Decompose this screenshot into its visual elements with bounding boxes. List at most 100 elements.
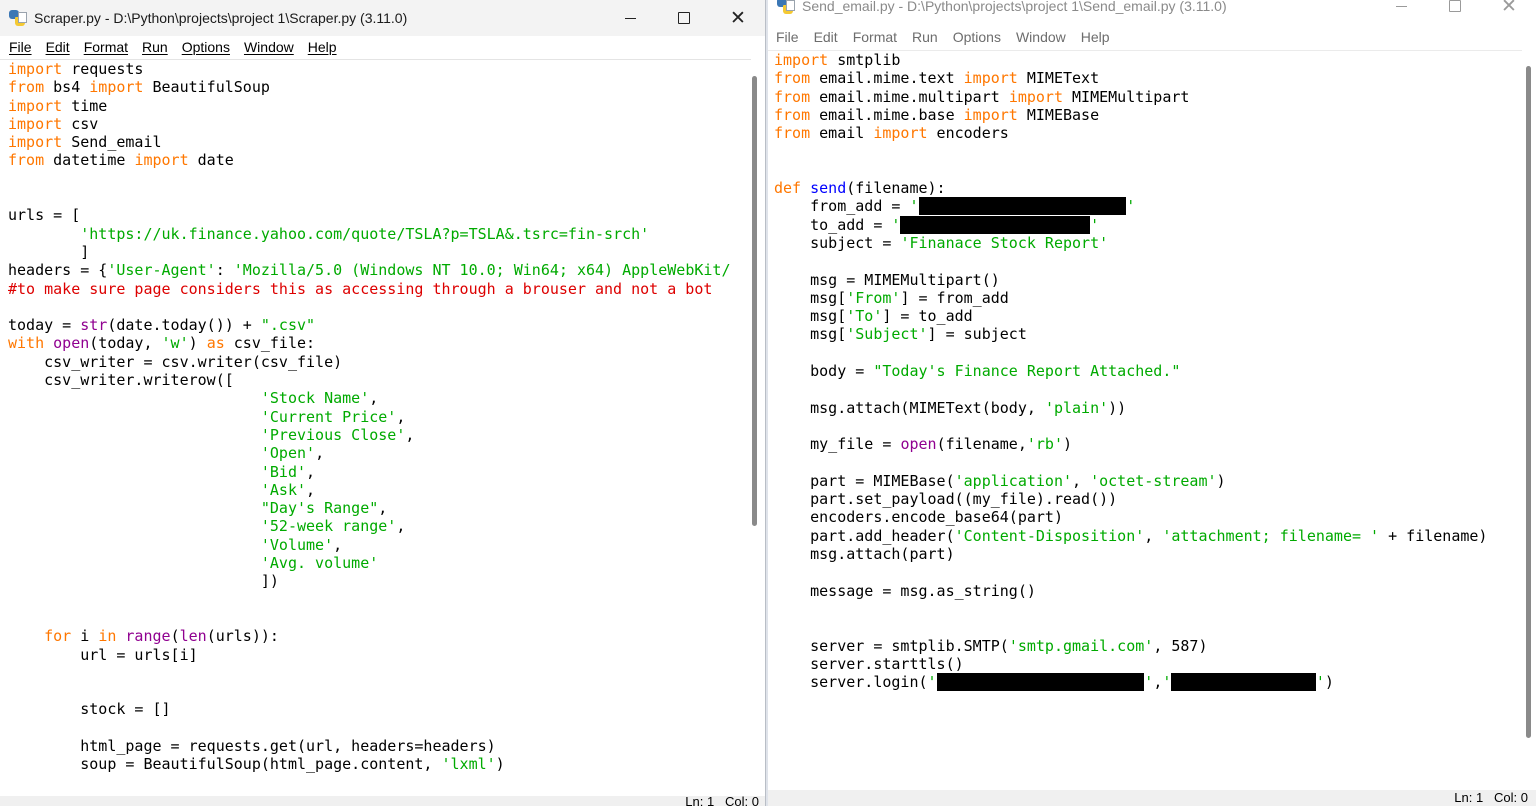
menu-file[interactable]: File xyxy=(776,29,799,45)
string-token: ' xyxy=(1144,673,1154,692)
code-line[interactable]: 'Avg. volume' xyxy=(8,554,378,572)
menu-file[interactable]: File xyxy=(9,39,32,55)
code-line[interactable]: stock = [] xyxy=(8,700,170,718)
code-line[interactable]: msg.attach(MIMEText(body, 'plain')) xyxy=(774,399,1126,417)
keyword-token: import xyxy=(8,114,63,133)
minimize-button[interactable] xyxy=(1374,0,1428,24)
code-line[interactable]: import Send_email xyxy=(8,133,162,151)
code-line[interactable]: import time xyxy=(8,97,107,115)
code-line[interactable]: 'Open', xyxy=(8,444,324,462)
maximize-button[interactable] xyxy=(657,0,711,36)
menu-edit[interactable]: Edit xyxy=(814,29,838,45)
code-line[interactable]: from datetime import date xyxy=(8,151,234,169)
code-line[interactable]: 'Volume', xyxy=(8,536,342,554)
code-line[interactable]: soup = BeautifulSoup(html_page.content, … xyxy=(8,755,504,773)
code-line[interactable]: 'Ask', xyxy=(8,481,315,499)
code-line[interactable]: ] xyxy=(8,243,89,261)
menu-format[interactable]: Format xyxy=(84,39,128,55)
code-token: , xyxy=(306,480,316,499)
code-text[interactable]: import requests from bs4 import Beautifu… xyxy=(0,60,751,774)
code-line[interactable]: my_file = open(filename,'rb') xyxy=(774,435,1072,453)
menu-format[interactable]: Format xyxy=(853,29,897,45)
code-line[interactable]: part = MIMEBase('application', 'octet-st… xyxy=(774,472,1225,490)
menu-run[interactable]: Run xyxy=(142,39,168,55)
menu-options[interactable]: Options xyxy=(953,29,1001,45)
scrollbar-thumb[interactable] xyxy=(752,76,757,526)
code-line[interactable]: message = msg.as_string() xyxy=(774,582,1036,600)
maximize-button[interactable] xyxy=(1428,0,1482,24)
code-line[interactable]: part.set_payload((my_file).read()) xyxy=(774,490,1117,508)
code-line[interactable]: msg = MIMEMultipart() xyxy=(774,271,1000,289)
code-line[interactable]: #to make sure page considers this as acc… xyxy=(8,280,712,298)
send-email-editor-window[interactable]: Send_email.py - D:\Python\projects\proje… xyxy=(768,0,1536,806)
code-token: csv_writer.writerow([ xyxy=(8,371,234,390)
code-line[interactable]: headers = {'User-Agent': 'Mozilla/5.0 (W… xyxy=(8,261,730,279)
code-line[interactable]: part.add_header('Content-Disposition', '… xyxy=(774,527,1487,545)
code-line[interactable]: 'Stock Name', xyxy=(8,389,378,407)
scraper-editor-window[interactable]: Scraper.py - D:\Python\projects\project … xyxy=(0,0,766,806)
code-line[interactable]: msg.attach(part) xyxy=(774,545,955,563)
scrollbar-thumb[interactable] xyxy=(1526,66,1531,738)
code-line[interactable]: body = "Today's Finance Report Attached.… xyxy=(774,362,1180,380)
keyword-token: from xyxy=(774,87,811,106)
code-line[interactable]: 'Current Price', xyxy=(8,408,406,426)
code-line[interactable]: import smtplib xyxy=(774,51,900,69)
code-line[interactable]: from email import encoders xyxy=(774,124,1009,142)
code-editor[interactable]: import smtplib from email.mime.text impo… xyxy=(768,50,1522,788)
vertical-scrollbar[interactable] xyxy=(749,60,759,796)
menu-edit[interactable]: Edit xyxy=(46,39,70,55)
code-editor[interactable]: import requests from bs4 import Beautifu… xyxy=(0,59,751,797)
close-button[interactable]: ✕ xyxy=(1482,0,1536,24)
code-line[interactable]: with open(today, 'w') as csv_file: xyxy=(8,334,315,352)
title-bar[interactable]: Scraper.py - D:\Python\projects\project … xyxy=(0,0,765,36)
code-line[interactable]: "Day's Range", xyxy=(8,499,387,517)
menu-options[interactable]: Options xyxy=(182,39,230,55)
code-token: (filename, xyxy=(936,435,1027,454)
code-line[interactable]: html_page = requests.get(url, headers=he… xyxy=(8,737,495,755)
code-line[interactable]: 'Previous Close', xyxy=(8,425,415,444)
code-line[interactable]: import csv xyxy=(8,115,98,133)
menu-run[interactable]: Run xyxy=(912,29,938,45)
code-line[interactable]: from bs4 import BeautifulSoup xyxy=(8,78,270,96)
code-line[interactable]: csv_writer.writerow([ xyxy=(8,371,234,389)
code-line[interactable]: server.starttls() xyxy=(774,655,964,673)
code-line[interactable]: from email.mime.text import MIMEText xyxy=(774,69,1099,87)
string-token: 'smtp.gmail.com' xyxy=(1008,636,1154,655)
code-line[interactable]: csv_writer = csv.writer(csv_file) xyxy=(8,353,342,371)
code-line[interactable]: import requests xyxy=(8,60,143,78)
code-line[interactable]: 'https://uk.finance.yahoo.com/quote/TSLA… xyxy=(8,225,649,243)
code-line[interactable]: subject = 'Finanace Stock Report' xyxy=(774,234,1108,252)
code-line[interactable]: urls = [ xyxy=(8,206,80,224)
code-line[interactable]: from email.mime.multipart import MIMEMul… xyxy=(774,88,1189,106)
code-text[interactable]: import smtplib from email.mime.text impo… xyxy=(768,51,1522,692)
code-line[interactable]: url = urls[i] xyxy=(8,646,197,664)
code-line[interactable]: msg['Subject'] = subject xyxy=(774,325,1027,343)
code-line[interactable]: from_add = 'xxxxxxxxxxxxxxxxxxxxxxx' xyxy=(774,197,1135,216)
vertical-scrollbar[interactable] xyxy=(1522,50,1534,790)
code-line[interactable]: msg['To'] = to_add xyxy=(774,307,973,325)
minimize-button[interactable] xyxy=(603,0,657,36)
keyword-token: from xyxy=(8,78,45,97)
code-line[interactable]: to_add = 'xxxxxxxxxxxxxxxxxxxxx' xyxy=(774,215,1099,234)
code-line[interactable]: server = smtplib.SMTP('smtp.gmail.com', … xyxy=(774,636,1207,655)
title-bar[interactable]: Send_email.py - D:\Python\projects\proje… xyxy=(768,0,1536,24)
menu-help[interactable]: Help xyxy=(1081,29,1110,45)
string-token: 'Previous Close' xyxy=(260,425,406,444)
code-line[interactable]: def send(filename): xyxy=(774,179,946,197)
menu-window[interactable]: Window xyxy=(244,39,294,55)
code-line[interactable]: today = str(date.today()) + ".csv" xyxy=(8,316,315,334)
code-token: encoders xyxy=(927,124,1009,143)
code-line[interactable]: from email.mime.base import MIMEBase xyxy=(774,106,1099,124)
code-line[interactable]: msg['From'] = from_add xyxy=(774,289,1009,307)
code-line[interactable]: server.login('xxxxxxxxxxxxxxxxxxxxxxx','… xyxy=(774,673,1334,692)
code-line[interactable]: for i in range(len(urls)): xyxy=(8,627,279,645)
code-line[interactable]: ]) xyxy=(8,572,279,590)
code-line[interactable]: encoders.encode_base64(part) xyxy=(774,508,1063,526)
close-button[interactable]: ✕ xyxy=(711,0,765,36)
code-line[interactable]: '52-week range', xyxy=(8,517,406,535)
menu-window[interactable]: Window xyxy=(1016,29,1066,45)
menu-help[interactable]: Help xyxy=(308,39,337,55)
code-line[interactable]: 'Bid', xyxy=(8,463,315,481)
